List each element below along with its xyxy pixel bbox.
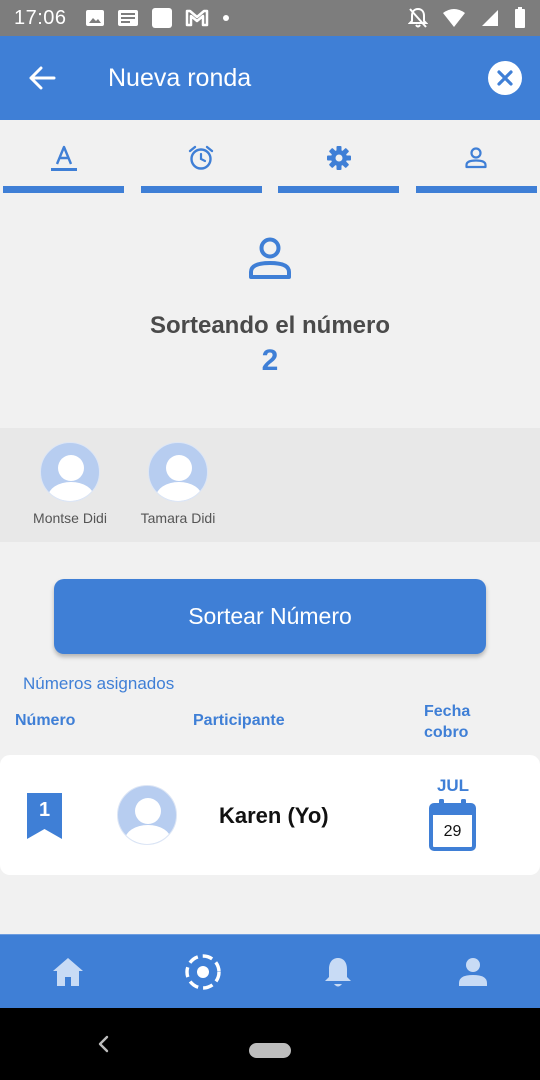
alarm-icon [187,144,215,172]
square-icon [151,7,173,29]
tab-name[interactable] [3,120,124,198]
payment-day: 29 [443,823,462,840]
assigned-title: Números asignados [23,674,175,693]
participant-name: Montse Didi [33,510,107,526]
close-button[interactable] [488,61,522,95]
draw-wheel-icon [184,953,221,990]
profile-icon [458,957,487,986]
mute-icon [408,7,428,29]
draw-header: Sorteando el número 2 [0,198,540,428]
avatar [117,785,177,845]
close-icon [497,70,513,86]
payment-month: JUL [436,776,470,795]
tab-indicator [140,186,262,193]
bottom-nav [0,934,540,1008]
news-icon [117,9,139,27]
participants-list: Montse Didi Tamara Didi [0,428,540,542]
person-icon [462,144,490,172]
system-icons [408,7,526,29]
dot-icon [221,13,231,23]
app-bar: Nueva ronda [0,36,540,120]
nav-draw[interactable] [135,935,270,1008]
person-icon [249,237,291,279]
image-icon [85,9,105,27]
back-button[interactable] [20,56,64,100]
column-header-date-line2: cobro [424,724,469,741]
nav-notifications[interactable] [270,935,405,1008]
table-row[interactable]: 1 Karen (Yo) JUL 29 [0,755,540,875]
status-bar: 17:06 [0,0,540,36]
home-icon [52,957,83,986]
system-nav-bar [0,1008,540,1080]
avatar [40,442,100,502]
draw-number: 2 [261,344,279,377]
notification-icons [85,7,231,29]
gmail-icon [185,9,209,27]
column-header-number: Número [15,712,76,729]
gear-icon [325,144,353,172]
arrow-left-icon [29,66,56,90]
wifi-icon [442,8,466,28]
status-time: 17:06 [14,6,67,29]
nav-home[interactable] [0,935,135,1008]
signal-icon [480,8,500,28]
avatar [148,442,208,502]
tab-indicator [415,186,537,193]
draw-title: Sorteando el número [149,312,391,339]
system-back-icon[interactable] [94,1032,114,1056]
nav-profile[interactable] [405,935,540,1008]
tab-indicator [3,186,124,193]
tab-settings[interactable] [278,120,400,198]
page-title: Nueva ronda [108,63,252,92]
participant-item[interactable]: Montse Didi [16,428,124,542]
tab-participants[interactable] [415,120,537,198]
assigned-number: 1 [38,799,51,821]
system-home-button[interactable] [249,1043,291,1058]
tab-schedule[interactable] [140,120,262,198]
column-header-date: Fecha cobro [424,701,484,743]
participant-name: Tamara Didi [140,510,216,526]
tab-indicator [278,186,400,193]
column-header-date-line1: Fecha [424,703,471,720]
battery-icon [514,7,526,29]
participant-name: Karen (Yo) [219,803,329,828]
text-icon [50,144,78,172]
bell-icon [324,957,351,986]
step-tabs [0,120,540,198]
column-header-participant: Participante [193,712,285,729]
draw-number-button[interactable]: Sortear Número [54,579,486,654]
participant-item[interactable]: Tamara Didi [124,428,232,542]
